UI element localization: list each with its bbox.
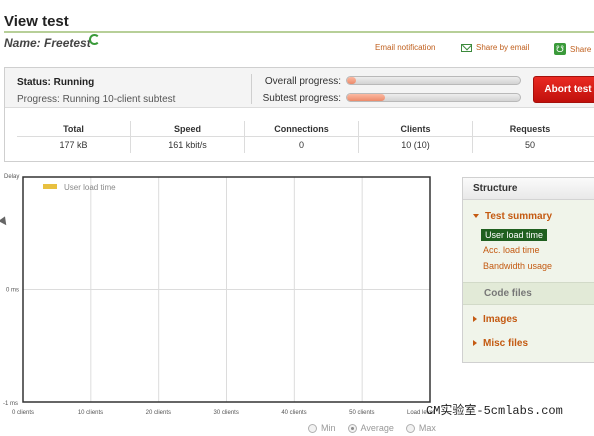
page-title: View test xyxy=(4,13,69,30)
status-panel: Status: Running Progress: Running 10-cli… xyxy=(4,67,594,162)
structure-title: Structure xyxy=(463,178,594,200)
subtest-progress-bar xyxy=(346,93,521,102)
y-axis-label: Delay xyxy=(4,174,19,180)
structure-group-images[interactable]: Images xyxy=(463,314,594,325)
stats-header-requests: Requests xyxy=(509,124,551,134)
share-by-email-label: Share by email xyxy=(476,43,530,52)
subtest-progress-label: Subtest progress: xyxy=(262,93,341,104)
stats-header-row: Total Speed Connections Clients Requests xyxy=(17,121,594,137)
stats-value-connections: 0 xyxy=(245,137,359,153)
stats-value-requests: 50 xyxy=(524,140,535,150)
stats-header-speed: Speed xyxy=(131,121,245,136)
status-divider xyxy=(251,74,252,104)
radio-max[interactable] xyxy=(405,423,415,433)
stats-table: Total Speed Connections Clients Requests… xyxy=(17,121,594,153)
y-tick-label: 0 ms xyxy=(6,288,19,294)
test-name: Name: Freetest xyxy=(4,36,91,50)
overall-progress-bar xyxy=(346,76,521,85)
structure-group-misc-files[interactable]: Misc files xyxy=(463,338,594,349)
stats-value-total: 177 kB xyxy=(17,137,131,153)
option-min-label: Min xyxy=(321,423,336,433)
overall-progress-label: Overall progress: xyxy=(264,76,341,87)
x-tick-label: 20 clients xyxy=(146,410,171,416)
structure-panel: Structure Test summary User load time Ac… xyxy=(462,177,594,363)
share-by-email-link[interactable]: Share by email xyxy=(461,43,529,52)
x-tick-label: 10 clients xyxy=(78,410,103,416)
collapsed-arrow-icon xyxy=(473,316,477,323)
share-label: Share xyxy=(570,44,592,54)
option-max-label: Max xyxy=(418,423,436,433)
stats-value-row: 177 kB 161 kbit/s 0 10 (10) 50 xyxy=(17,137,594,153)
status-header: Status: Running Progress: Running 10-cli… xyxy=(5,68,594,108)
structure-item-acc-load-time[interactable]: Acc. load time xyxy=(483,245,540,255)
share-icon: ☋ xyxy=(554,43,566,55)
option-average[interactable]: Average xyxy=(347,423,394,433)
legend-swatch xyxy=(43,184,57,189)
structure-group-test-summary[interactable]: Test summary xyxy=(463,211,594,222)
subtest-progress-fill xyxy=(347,94,386,101)
email-notification-label: Email notification xyxy=(375,43,436,52)
load-chart: Delay 0 ms -1 ms 0 clients 10 clients 20 clie… xyxy=(3,174,434,416)
option-max[interactable]: Max xyxy=(405,423,436,433)
share-link[interactable]: ☋ Share xyxy=(554,43,591,55)
x-tick-label: 40 clients xyxy=(281,410,306,416)
stats-header-clients: Clients xyxy=(359,121,473,136)
stats-value-clients: 10 (10) xyxy=(359,137,473,153)
stats-header-total: Total xyxy=(17,121,131,136)
structure-group-code-files[interactable]: Code files xyxy=(463,282,594,305)
progress-label: Progress: Running 10-client subtest xyxy=(17,94,176,105)
option-min[interactable]: Min xyxy=(308,423,336,433)
radio-average[interactable] xyxy=(347,423,357,433)
status-label: Status: Running xyxy=(17,77,95,88)
expanded-arrow-icon xyxy=(473,214,479,219)
email-notification-link[interactable]: Email notification xyxy=(375,43,435,52)
stats-value-speed: 161 kbit/s xyxy=(131,137,245,153)
legend-label: User load time xyxy=(64,183,116,192)
abort-test-button[interactable]: Abort test xyxy=(533,76,594,103)
x-tick-label: 50 clients xyxy=(349,410,374,416)
misc-files-label: Misc files xyxy=(483,338,529,349)
stats-header-connections: Connections xyxy=(245,121,359,136)
collapsed-arrow-icon xyxy=(473,340,477,347)
watermark: CM实验室-5cmlabs.com xyxy=(426,404,563,418)
y-tick-label: -1 ms xyxy=(3,401,18,407)
test-summary-label: Test summary xyxy=(485,211,553,222)
images-label: Images xyxy=(483,314,518,325)
structure-item-user-load-time[interactable]: User load time xyxy=(481,229,548,241)
x-tick-label: 0 clients xyxy=(12,410,34,416)
view-options: Min Average Max xyxy=(308,423,436,433)
x-tick-label: 30 clients xyxy=(214,410,239,416)
structure-item-bandwidth-usage[interactable]: Bandwidth usage xyxy=(483,261,552,271)
radio-min[interactable] xyxy=(308,423,317,433)
envelope-icon xyxy=(461,43,472,52)
option-average-label: Average xyxy=(360,423,394,433)
title-divider xyxy=(4,31,594,33)
loading-spinner-icon xyxy=(89,34,100,45)
overall-progress-fill xyxy=(347,77,356,84)
